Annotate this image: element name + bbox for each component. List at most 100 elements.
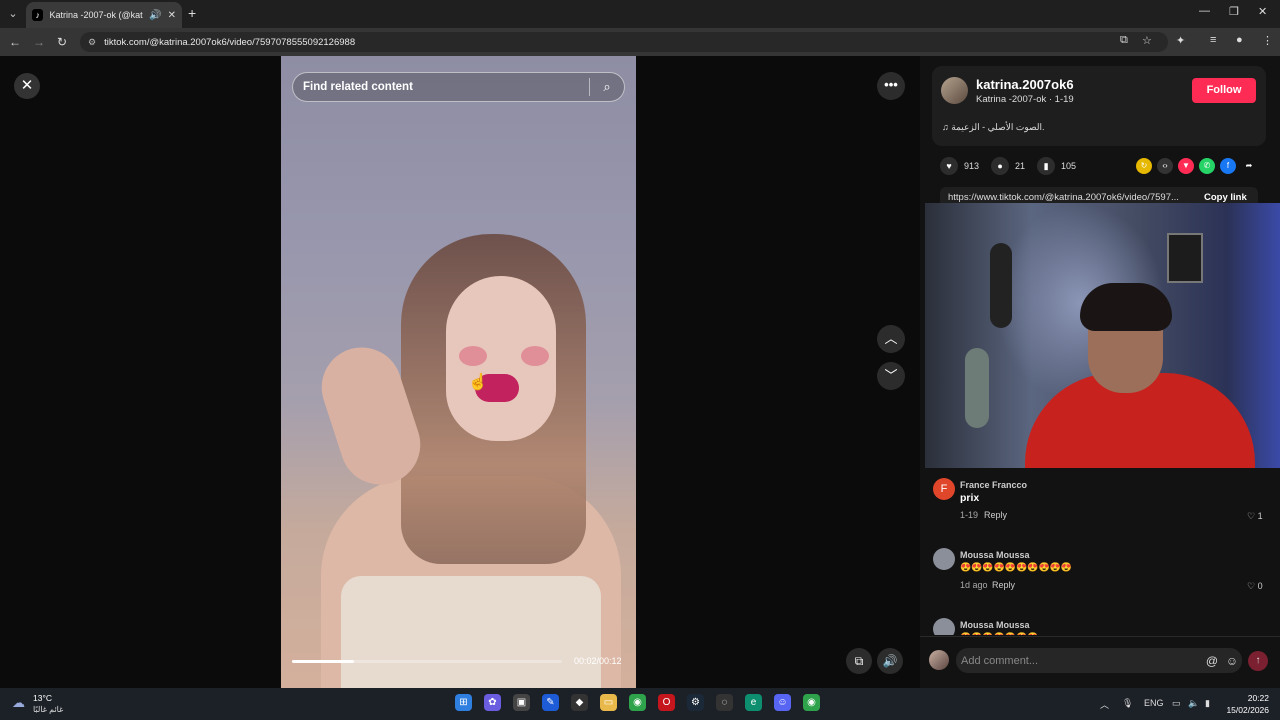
next-video-button[interactable]: ﹀ [877, 362, 905, 390]
mention-icon[interactable]: @ [1202, 654, 1222, 668]
follow-button[interactable]: Follow [1192, 78, 1256, 103]
mouse-cursor-icon: ☝ [468, 374, 488, 391]
system-time[interactable]: 20:22 [1229, 693, 1269, 703]
microphone-icon[interactable]: 🎙 [1122, 698, 1133, 709]
copy-link-button[interactable]: Copy link [1204, 192, 1247, 203]
chrome-active-icon[interactable]: ◉ [803, 694, 820, 711]
app-icon[interactable]: ◆ [571, 694, 588, 711]
restore-icon[interactable]: ❐ [1229, 5, 1239, 18]
reply-button[interactable]: Reply [992, 580, 1015, 590]
edge-icon[interactable]: e [745, 694, 762, 711]
new-tab-icon[interactable]: + [188, 5, 196, 21]
tray-chevron-icon[interactable]: ︿ [1100, 698, 1109, 711]
menu-icon[interactable]: ⋮ [1262, 34, 1273, 47]
progress-fill [292, 660, 355, 663]
author-username[interactable]: katrina.2007ok6 [976, 77, 1074, 92]
store-icon[interactable]: ▣ [513, 694, 530, 711]
search-icon[interactable]: ⌕ [590, 79, 624, 95]
reading-list-icon[interactable]: ≡ [1210, 34, 1216, 46]
floating-player-button[interactable]: ⧉ [846, 648, 872, 674]
reload-icon[interactable]: ↻ [57, 35, 67, 49]
opera-icon[interactable]: O [658, 694, 675, 711]
weather-cloud-icon[interactable]: ☁ [12, 695, 25, 711]
video-player[interactable] [281, 56, 636, 688]
comment-author[interactable]: Moussa Moussa [960, 550, 1030, 560]
back-icon[interactable]: ← [9, 35, 21, 49]
video-time: 00:02/00:12 [574, 656, 622, 666]
repost-icon[interactable]: ↻ [1136, 158, 1152, 174]
comment-avatar[interactable]: F [933, 478, 955, 500]
comment-avatar[interactable] [933, 548, 955, 570]
chrome-icon[interactable]: ◉ [629, 694, 646, 711]
comment-list: F France Francco prix 1-19 Reply ♡ 1 Mou… [920, 470, 1280, 635]
extensions-icon[interactable]: ✦ [1176, 34, 1185, 47]
editor-icon[interactable]: ✎ [542, 694, 559, 711]
search-placeholder: Find related content [303, 81, 413, 93]
install-app-icon[interactable]: ⧉ [1120, 34, 1128, 47]
comment-like-button[interactable]: ♡ 0 [1247, 581, 1263, 592]
comment-avatar[interactable] [933, 618, 955, 635]
like-count: 913 [964, 161, 980, 171]
heart-icon[interactable]: ♥ [940, 157, 958, 175]
share-link-text: https://www.tiktok.com/@katrina.2007ok6/… [948, 191, 1179, 203]
language-indicator[interactable]: ENG [1144, 698, 1164, 708]
copilot-icon[interactable]: ✿ [484, 694, 501, 711]
previous-video-button[interactable]: ︿ [877, 325, 905, 353]
tab-search-icon[interactable]: ⌄ [4, 5, 22, 23]
my-avatar [929, 650, 949, 670]
browser-tab[interactable]: ♪ Katrina -2007-ok (@katrina 🔊 ✕ [26, 2, 182, 28]
emoji-icon[interactable]: ☺ [1222, 654, 1242, 668]
comment-text: 😍😍😍😍😍😍😍 [960, 632, 1038, 635]
volume-button[interactable]: 🔊 [877, 648, 903, 674]
start-icon[interactable]: ⊞ [455, 694, 472, 711]
network-icon[interactable]: ▭ [1172, 698, 1181, 709]
battery-icon[interactable]: ▮ [1205, 698, 1210, 709]
send-icon[interactable]: ▼ [1178, 158, 1194, 174]
taskbar-apps: ⊞ ✿ ▣ ✎ ◆ ▭ ◉ O ⚙ ◌ e ☺ ◉ [455, 694, 820, 711]
bookmark-icon[interactable]: ▮ [1037, 157, 1056, 175]
comment-input[interactable]: Add comment... @ ☺ [956, 648, 1242, 673]
share-arrow-icon[interactable]: ➦ [1241, 158, 1257, 174]
tab-strip: ⌄ ♪ Katrina -2007-ok (@katrina 🔊 ✕ + — ❐… [0, 0, 1280, 28]
more-options-button[interactable]: ••• [877, 72, 905, 100]
webcam-skateboard [990, 243, 1012, 328]
volume-tray-icon[interactable]: 🔈 [1188, 698, 1199, 709]
music-link[interactable]: ♫ الصوت الأصلي - الزعيمة. [942, 122, 1045, 133]
reply-button[interactable]: Reply [984, 510, 1007, 520]
speaker-icon[interactable]: 🔊 [149, 10, 161, 21]
comment-text: 😍😍😍😍😍😍😍😍😍😍 [960, 562, 1073, 572]
video-progress-bar[interactable] [292, 660, 562, 663]
close-video-button[interactable]: ✕ [14, 73, 40, 99]
save-count: 105 [1061, 161, 1077, 171]
video-figure-cheek [459, 346, 487, 366]
weather-description: غائم غالبًا [33, 705, 64, 714]
comment-like-button[interactable]: ♡ 1 [1247, 511, 1263, 522]
embed-icon[interactable]: ‹› [1157, 158, 1173, 174]
whatsapp-icon[interactable]: ✆ [1199, 158, 1215, 174]
steam-icon[interactable]: ⚙ [687, 694, 704, 711]
comment-text: prix [960, 492, 980, 504]
bookmark-star-icon[interactable]: ☆ [1142, 34, 1152, 47]
video-figure-top [341, 576, 601, 688]
facebook-icon[interactable]: f [1220, 158, 1236, 174]
comment-author[interactable]: France Francco [960, 480, 1027, 490]
window-close-icon[interactable]: ✕ [1258, 5, 1267, 18]
weather-temperature[interactable]: 13°C [33, 693, 52, 703]
profile-icon[interactable]: ● [1236, 34, 1243, 46]
discord-icon[interactable]: ☺ [774, 694, 791, 711]
author-avatar[interactable] [941, 77, 968, 104]
close-tab-icon[interactable]: ✕ [168, 10, 176, 21]
forward-icon[interactable]: → [33, 35, 45, 49]
minimize-icon[interactable]: — [1199, 5, 1210, 17]
post-comment-button[interactable]: ↑ [1248, 651, 1268, 671]
file-explorer-icon[interactable]: ▭ [600, 694, 617, 711]
address-bar[interactable]: ⚙ tiktok.com/@katrina.2007ok6/video/7597… [80, 32, 1168, 52]
tab-title: Katrina -2007-ok (@katrina [49, 10, 143, 20]
related-search-bar[interactable]: Find related content ⌕ [292, 72, 625, 102]
app-icon[interactable]: ◌ [716, 694, 733, 711]
comment-author[interactable]: Moussa Moussa [960, 620, 1030, 630]
comment-date: 1-19 [960, 510, 979, 520]
system-date[interactable]: 15/02/2026 [1222, 705, 1269, 715]
comment-icon[interactable]: ● [991, 157, 1010, 175]
site-info-icon[interactable]: ⚙ [88, 37, 96, 48]
